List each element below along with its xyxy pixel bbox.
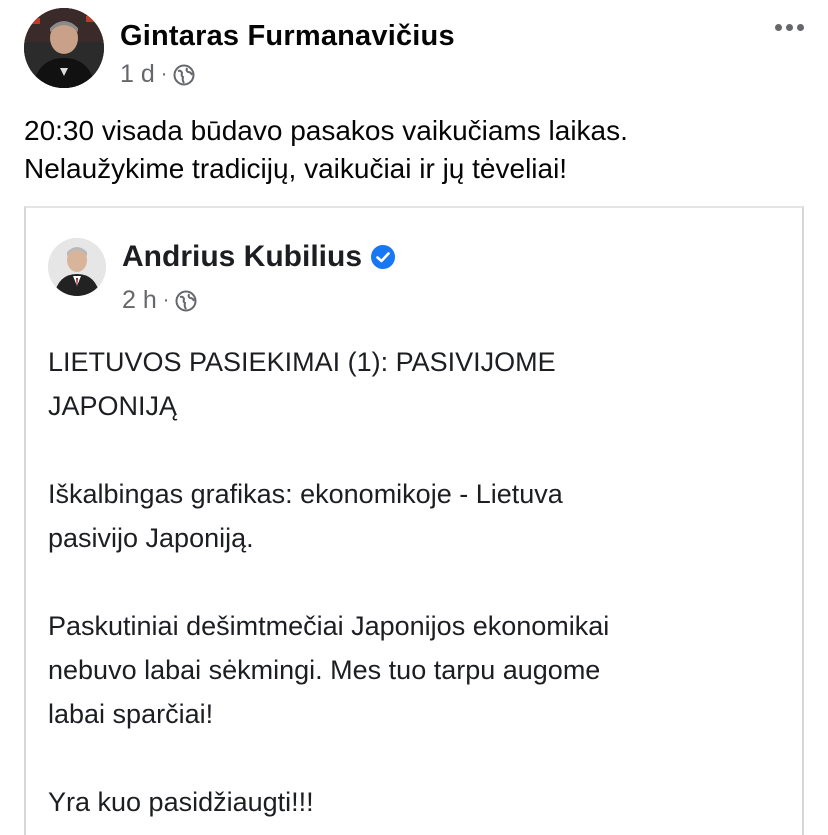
post-text: 20:30 visada būdavo pasakos vaikučiams l… xyxy=(24,112,804,188)
globe-icon[interactable] xyxy=(175,290,197,312)
text-line: LIETUVOS PASIEKIMAI (1): PASIVIJOME xyxy=(48,347,556,377)
shared-post-timestamp[interactable]: 2 h xyxy=(122,286,157,315)
shared-author-row: Andrius Kubilius xyxy=(122,240,396,274)
text-line: pasivijo Japoniją. xyxy=(48,523,254,553)
globe-icon[interactable] xyxy=(173,64,195,86)
text-line: nebuvo labai sėkmingi. Mes tuo tarpu aug… xyxy=(48,655,601,685)
avatar-photo xyxy=(48,238,106,296)
author-avatar[interactable] xyxy=(24,8,104,88)
post-timestamp[interactable]: 1 d xyxy=(120,60,155,89)
shared-author-avatar[interactable] xyxy=(48,238,106,296)
paragraph: Paskutiniai dešimtmečiai Japonijos ekono… xyxy=(48,604,788,736)
avatar-photo xyxy=(24,8,104,88)
shared-post-text: LIETUVOS PASIEKIMAI (1): PASIVIJOME JAPO… xyxy=(48,340,788,835)
meta-separator: · xyxy=(162,289,170,311)
shared-author-name[interactable]: Andrius Kubilius xyxy=(122,240,362,274)
post-text-line: 20:30 visada būdavo pasakos vaikučiams l… xyxy=(24,115,628,146)
more-options-icon[interactable] xyxy=(775,24,804,31)
post-text-line: Nelaužykime tradicijų, vaikučiai ir jų t… xyxy=(24,153,568,184)
text-line: Yra kuo pasidžiaugti!!! xyxy=(48,787,314,817)
verified-badge-icon xyxy=(370,244,396,270)
paragraph: Iškalbingas grafikas: ekonomikoje - Liet… xyxy=(48,472,788,560)
paragraph: LIETUVOS PASIEKIMAI (1): PASIVIJOME JAPO… xyxy=(48,340,788,428)
text-line: labai sparčiai! xyxy=(48,699,214,729)
post-meta: 1 d · xyxy=(120,60,195,89)
text-line: JAPONIJĄ xyxy=(48,391,178,421)
shared-post-meta: 2 h · xyxy=(122,286,197,315)
facebook-post: Gintaras Furmanavičius 1 d · 20:30 visad… xyxy=(0,0,828,835)
paragraph: Yra kuo pasidžiaugti!!! xyxy=(48,780,788,824)
text-line: Paskutiniai dešimtmečiai Japonijos ekono… xyxy=(48,611,610,641)
author-name[interactable]: Gintaras Furmanavičius xyxy=(120,20,455,53)
text-line: Iškalbingas grafikas: ekonomikoje - Liet… xyxy=(48,479,563,509)
shared-post[interactable]: Andrius Kubilius 2 h · LIETUVOS PASIEKIM… xyxy=(24,206,804,835)
meta-separator: · xyxy=(160,63,168,85)
